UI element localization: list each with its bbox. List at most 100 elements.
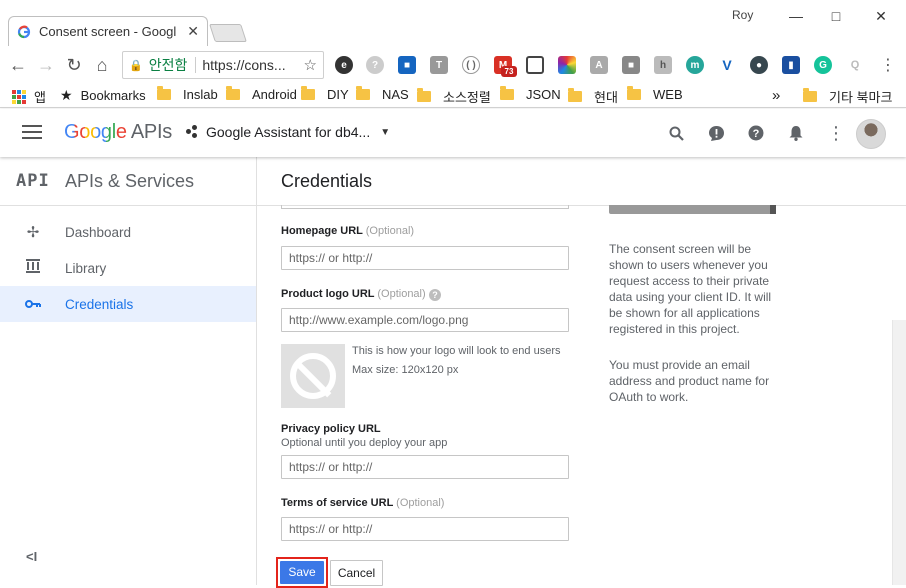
extension-icon[interactable]: m	[686, 56, 704, 74]
home-icon[interactable]: ⌂	[90, 53, 114, 77]
angular-extension-icon[interactable]: A	[590, 56, 608, 74]
color-extension-icon[interactable]	[558, 56, 576, 74]
alert-icon[interactable]	[706, 123, 726, 143]
screenshot-extension-icon[interactable]	[526, 56, 544, 74]
project-selector[interactable]: Google Assistant for db4... ▼	[186, 124, 390, 140]
bookmark-folder[interactable]: 소스정렬	[417, 87, 491, 106]
extension-icon[interactable]: ( )	[462, 56, 480, 74]
bookmark-folder[interactable]: Inslab	[157, 86, 218, 102]
bookmarks-bar: 앱 ★ Bookmarks Inslab Android DIY NAS 소스정…	[0, 84, 906, 108]
more-vert-icon[interactable]: ⋮	[826, 123, 846, 143]
folder-icon	[301, 86, 315, 100]
secure-label: 안전함	[148, 57, 188, 73]
extension-icon[interactable]: T	[430, 56, 448, 74]
other-bookmarks-folder[interactable]: 기타 북마크	[803, 87, 892, 106]
project-icon	[186, 125, 200, 139]
forward-icon[interactable]: →	[34, 53, 58, 77]
terms-of-service-url-label: Terms of service URL (Optional)	[281, 497, 445, 509]
extension-icon[interactable]: Q	[846, 56, 864, 74]
logo-preview-hint: This is how your logo will look to end u…	[352, 345, 561, 357]
save-button[interactable]: Save	[276, 557, 328, 588]
search-icon[interactable]	[666, 123, 686, 143]
grammarly-extension-icon[interactable]: G	[814, 56, 832, 74]
extension-icon[interactable]: ?	[366, 56, 384, 74]
address-bar[interactable]: 🔒 안전함 https://cons... ☆	[122, 51, 324, 79]
logo-preview	[281, 344, 345, 408]
maximize-icon[interactable]: □	[816, 2, 856, 30]
sidebar-item-credentials[interactable]: Credentials	[0, 286, 256, 322]
profile-name[interactable]: Roy	[732, 8, 753, 22]
folder-icon	[226, 86, 240, 100]
app-header: Google APIs Google Assistant for db4... …	[0, 109, 906, 157]
apps-shortcut[interactable]: 앱	[12, 87, 46, 106]
consent-info-text: The consent screen will be shown to user…	[609, 242, 772, 336]
bookmark-star-icon[interactable]: ☆	[304, 56, 317, 74]
bookmark-folder[interactable]: 현대	[568, 87, 618, 106]
browser-menu-icon[interactable]: ⋮	[876, 53, 900, 77]
bookmark-folder[interactable]: WEB	[627, 86, 683, 102]
new-tab-button[interactable]	[209, 24, 247, 42]
api-badge: API	[16, 171, 50, 191]
browser-tab[interactable]: Consent screen - Googl ✕	[8, 16, 208, 46]
help-icon[interactable]: ?	[746, 123, 766, 143]
extension-icon[interactable]: V	[718, 56, 736, 74]
bookmark-folder[interactable]: DIY	[301, 86, 349, 102]
avatar[interactable]	[856, 119, 886, 149]
cancel-button[interactable]: Cancel	[330, 560, 383, 586]
lock-icon: 🔒	[129, 59, 143, 72]
google-favicon-icon	[17, 25, 31, 38]
sidebar-item-dashboard[interactable]: ✢ Dashboard	[0, 214, 256, 250]
bookmark-item[interactable]: ★ Bookmarks	[60, 87, 146, 104]
extension-icon[interactable]: h	[654, 56, 672, 74]
extension-icon[interactable]: ●	[750, 56, 768, 74]
collapse-sidebar-icon[interactable]: <I	[26, 549, 37, 564]
previous-field-fragment	[281, 205, 569, 209]
logo-max-size: Max size: 120x120 px	[352, 364, 459, 376]
tab-close-icon[interactable]: ✕	[187, 23, 199, 40]
sidebar-item-label: Credentials	[65, 296, 134, 312]
dashboard-icon: ✢	[26, 224, 40, 241]
extension-icon[interactable]: ■	[398, 56, 416, 74]
svg-text:?: ?	[753, 128, 760, 140]
privacy-policy-sublabel: Optional until you deploy your app	[281, 437, 448, 449]
help-icon[interactable]: ?	[429, 289, 441, 301]
minimize-icon[interactable]: —	[776, 2, 816, 30]
sidebar-item-library[interactable]: Library	[0, 250, 256, 286]
reload-icon[interactable]: ↻	[62, 53, 86, 77]
bookmarks-overflow-button[interactable]: »	[772, 87, 780, 104]
logo-apis: APIs	[130, 121, 172, 143]
back-icon[interactable]: ←	[6, 53, 30, 77]
bookmark-folder[interactable]: JSON	[500, 86, 561, 102]
homepage-url-field[interactable]	[281, 246, 569, 270]
save-button-label: Save	[280, 561, 324, 584]
bookmark-folder[interactable]: NAS	[356, 86, 409, 102]
browser-toolbar: ← → ↻ ⌂ 🔒 안전함 https://cons... ☆ e ? ■ T …	[0, 46, 906, 84]
folder-icon	[803, 88, 817, 102]
main-content: Credentials Homepage URL (Optional) Prod…	[257, 157, 906, 588]
window-close-icon[interactable]: ✕	[861, 2, 901, 30]
page-header: Credentials	[257, 157, 906, 206]
tab-title: Consent screen - Googl	[39, 24, 177, 39]
menu-icon[interactable]	[22, 125, 42, 141]
product-logo-url-field[interactable]	[281, 308, 569, 332]
extension-icon[interactable]: ■	[622, 56, 640, 74]
oauth-info-text: You must provide an email address and pr…	[609, 358, 770, 404]
star-icon: ★	[60, 87, 73, 103]
sidebar: API APIs & Services ✢ Dashboard Library …	[0, 157, 257, 585]
project-name: Google Assistant for db4...	[206, 124, 371, 140]
gmail-badge: 73	[501, 66, 517, 77]
scrollbar[interactable]	[892, 320, 906, 585]
folder-icon	[568, 88, 582, 102]
bookmark-extension-icon[interactable]: ▮	[782, 56, 800, 74]
terms-of-service-url-field[interactable]	[281, 517, 569, 541]
url-text: https://cons...	[202, 57, 286, 73]
privacy-policy-url-field[interactable]	[281, 455, 569, 479]
notifications-icon[interactable]	[786, 123, 806, 143]
sidebar-item-label: Library	[65, 260, 107, 276]
logo-google: Google	[64, 121, 127, 143]
product-logo-url-label: Product logo URL (Optional)	[281, 288, 426, 300]
privacy-policy-url-label: Privacy policy URL	[281, 423, 381, 435]
evernote-extension-icon[interactable]: e	[335, 56, 353, 74]
google-apis-logo[interactable]: Google APIs	[64, 121, 172, 144]
bookmark-folder[interactable]: Android	[226, 86, 297, 102]
